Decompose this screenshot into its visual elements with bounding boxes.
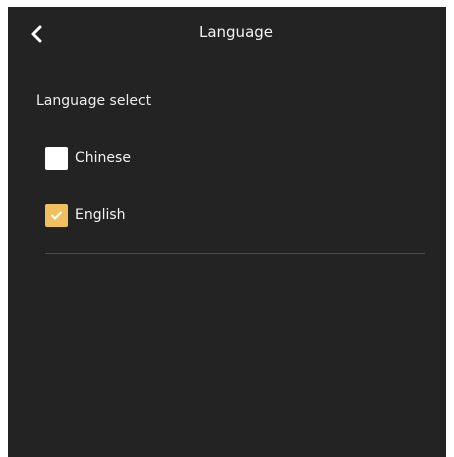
checkbox-chinese[interactable] [45, 146, 68, 170]
language-screen: Language Language select Chinese English [8, 7, 446, 457]
page-title: Language [198, 23, 274, 41]
option-label-chinese: Chinese [75, 150, 131, 166]
language-option-chinese[interactable]: Chinese [45, 146, 131, 170]
divider [45, 253, 425, 254]
header-bar: Language [8, 7, 446, 59]
checkmark-icon [51, 211, 62, 219]
checkbox-english[interactable] [45, 203, 68, 227]
section-label: Language select [36, 93, 152, 109]
language-option-english[interactable]: English [45, 203, 126, 227]
option-label-english: English [75, 207, 126, 223]
